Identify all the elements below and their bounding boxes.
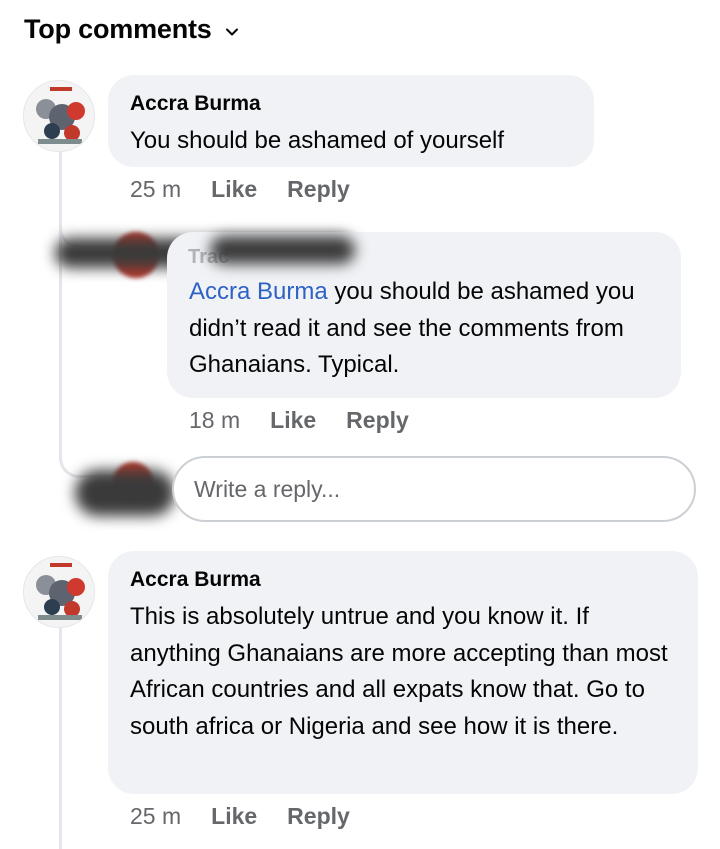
reply-button[interactable]: Reply <box>287 803 350 830</box>
comment-actions: 25 m Like Reply <box>130 803 350 830</box>
like-button[interactable]: Like <box>211 803 257 830</box>
like-button[interactable]: Like <box>270 407 316 434</box>
thread-line <box>59 627 62 849</box>
reply-actions: 18 m Like Reply <box>189 407 409 434</box>
comment-text: This is absolutely untrue and you know i… <box>130 603 668 740</box>
chevron-down-icon <box>225 28 238 35</box>
comment-timestamp[interactable]: 25 m <box>130 176 181 203</box>
mention-link[interactable]: Accra Burma <box>189 278 328 305</box>
avatar[interactable] <box>23 80 95 152</box>
reply-input[interactable]: Write a reply... <box>172 456 696 522</box>
comment-author[interactable]: Accra Burma <box>130 567 676 593</box>
redaction-scribble <box>210 236 355 264</box>
redaction-scribble <box>75 470 175 516</box>
comments-sort-dropdown[interactable]: Top comments <box>24 14 240 45</box>
comment-author[interactable]: Accra Burma <box>130 91 572 117</box>
comment-text: You should be ashamed of yourself <box>130 127 505 154</box>
avatar-image <box>24 557 94 627</box>
comment-actions: 25 m Like Reply <box>130 176 350 203</box>
comment-timestamp[interactable]: 25 m <box>130 803 181 830</box>
reply-text: Accra Burma you should be ashamed you di… <box>189 274 659 384</box>
reply-input-placeholder: Write a reply... <box>194 475 341 502</box>
comment-bubble: Accra Burma You should be ashamed of you… <box>108 75 594 167</box>
like-button[interactable]: Like <box>211 176 257 203</box>
reply-timestamp[interactable]: 18 m <box>189 407 240 434</box>
composer-avatar <box>75 458 175 524</box>
sort-title: Top comments <box>24 14 212 44</box>
avatar[interactable] <box>23 556 95 628</box>
thread-line <box>59 152 62 460</box>
reply-button[interactable]: Reply <box>287 176 350 203</box>
avatar-image <box>24 81 94 151</box>
reply-button[interactable]: Reply <box>346 407 409 434</box>
comment-bubble: Accra Burma This is absolutely untrue an… <box>108 551 698 794</box>
